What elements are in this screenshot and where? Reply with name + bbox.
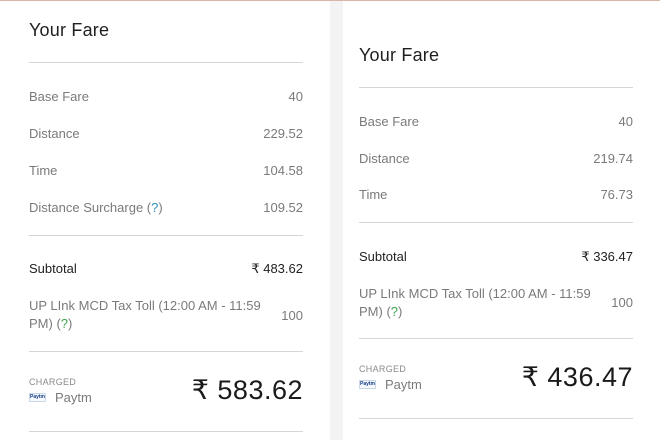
divider: [29, 235, 303, 236]
distance-value: 229.52: [263, 126, 303, 141]
divider: [359, 87, 633, 88]
charged-label: CHARGED: [359, 364, 407, 374]
charged-label: CHARGED: [29, 377, 77, 387]
subtotal-label: Subtotal: [359, 249, 407, 264]
divider: [29, 62, 303, 63]
base-fare-label: Base Fare: [359, 114, 419, 129]
distance-label: Distance: [359, 151, 410, 166]
payment-method: Paytm Paytm: [359, 377, 422, 392]
toll-tax-value: 100: [611, 295, 633, 310]
base-fare-value: 40: [618, 114, 633, 129]
fare-title: Your Fare: [29, 20, 110, 40]
toll-tax-value: 100: [281, 308, 303, 323]
payment-method: Paytm Paytm: [29, 390, 92, 405]
help-link[interactable]: ?: [61, 316, 68, 331]
distance-surcharge-label: Distance Surcharge (?): [29, 200, 163, 215]
divider: [29, 431, 303, 432]
fare-card-right: Your Fare Base Fare 40 Distance 219.74 T…: [343, 1, 660, 440]
subtotal-value: ₹ 336.47: [581, 249, 633, 264]
divider: [359, 222, 633, 223]
fare-card-left: Your Fare Base Fare 40 Distance 229.52 T…: [0, 1, 330, 440]
time-value: 104.58: [263, 163, 303, 178]
distance-label: Distance: [29, 126, 80, 141]
subtotal-value: ₹ 483.62: [251, 261, 303, 276]
help-link[interactable]: ?: [391, 304, 398, 319]
base-fare-value: 40: [288, 89, 303, 104]
subtotal-label: Subtotal: [29, 261, 77, 276]
time-value: 76.73: [600, 187, 633, 202]
paytm-logo-icon: Paytm: [359, 380, 376, 389]
time-label: Time: [29, 163, 58, 178]
toll-tax-label: UP LInk MCD Tax Toll (12:00 AM - 11:59 P…: [359, 286, 591, 319]
time-label: Time: [359, 187, 388, 202]
total-charged: ₹ 436.47: [521, 362, 633, 392]
paytm-logo-icon: Paytm: [29, 393, 46, 402]
total-charged: ₹ 583.62: [191, 375, 303, 405]
payment-method-label: Paytm: [385, 377, 422, 392]
payment-method-label: Paytm: [55, 390, 92, 405]
fare-title: Your Fare: [359, 45, 440, 65]
base-fare-label: Base Fare: [29, 89, 89, 104]
divider: [359, 338, 633, 339]
distance-value: 219.74: [593, 151, 633, 166]
distance-surcharge-value: 109.52: [263, 200, 303, 215]
divider: [359, 418, 633, 419]
toll-tax-label: UP LInk MCD Tax Toll (12:00 AM - 11:59 P…: [29, 298, 261, 331]
divider: [29, 351, 303, 352]
